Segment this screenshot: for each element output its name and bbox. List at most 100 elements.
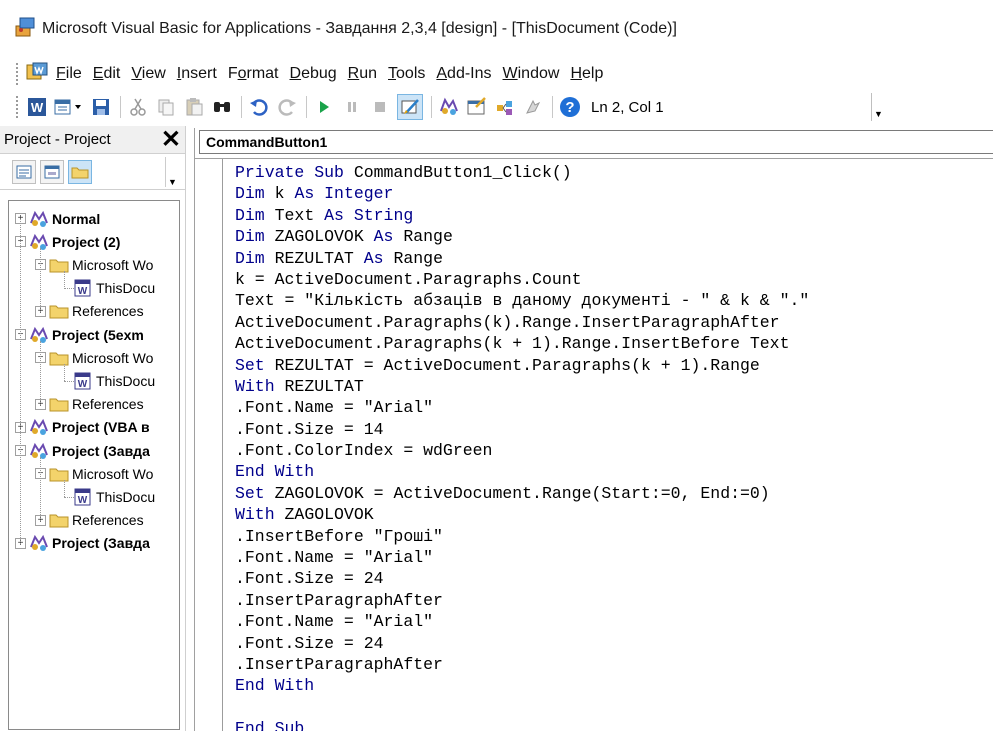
tree-node[interactable]: − Microsoft Wo [35, 346, 153, 369]
code-line[interactable]: k = ActiveDocument.Paragraphs.Count [235, 269, 809, 290]
code-line[interactable]: End With [235, 461, 809, 482]
object-browser-icon[interactable] [494, 96, 516, 118]
menu-view[interactable]: View [131, 65, 165, 83]
code-line[interactable]: Text = "Кількість абзаців в даному докум… [235, 290, 809, 311]
code-keyword: As [363, 248, 384, 268]
code-line[interactable] [235, 697, 809, 718]
save-icon[interactable] [90, 96, 112, 118]
word-doc-icon[interactable] [26, 62, 48, 86]
code-text: ActiveDocument.Paragraphs(k).Range.Inser… [235, 312, 780, 332]
menu-bar: File Edit View Insert Format Debug Run Tools Add… [0, 58, 993, 90]
menu-window[interactable]: Window [503, 65, 560, 83]
menubar-grip[interactable] [16, 63, 20, 85]
tree-node[interactable]: − Project (5exm [15, 323, 144, 346]
code-keyword: As Integer [294, 184, 394, 204]
code-text: REZULTAT [274, 376, 364, 396]
code-line[interactable]: With REZULTAT [235, 376, 809, 397]
pane-overflow-chevron[interactable]: ▼ [165, 156, 179, 187]
insert-module-icon[interactable] [54, 96, 84, 118]
close-icon[interactable]: ✕ [161, 127, 181, 152]
toolbar-grip[interactable] [16, 96, 20, 118]
toolbar-overflow-chevron[interactable]: ▼ [871, 93, 885, 121]
design-mode-icon[interactable] [397, 94, 423, 120]
code-text: .Font.Name = "Arial" [235, 548, 434, 568]
code-line[interactable]: Dim REZULTAT As Range [235, 248, 809, 269]
code-keyword: As String [324, 205, 414, 225]
view-object-button[interactable] [40, 159, 64, 184]
project-explorer-toolbar: ▼ [0, 154, 185, 190]
code-line[interactable]: Dim ZAGOLOVOK As Range [235, 226, 809, 247]
project-explorer-icon[interactable] [438, 96, 460, 118]
code-line[interactable]: ActiveDocument.Paragraphs(k + 1).Range.I… [235, 333, 809, 354]
tree-node-label: References [72, 303, 144, 320]
code-line[interactable]: .Font.Name = "Arial" [235, 397, 809, 418]
toolbar-separator [431, 96, 432, 118]
code-line[interactable]: .InsertBefore "Гроші" [235, 526, 809, 547]
window-title: Microsoft Visual Basic for Applications … [42, 20, 677, 37]
copy-icon[interactable] [155, 96, 177, 118]
tree-node[interactable]: + Normal [15, 207, 100, 230]
code-editor[interactable]: Private Sub CommandButton1_Click() Dim k … [195, 158, 993, 731]
properties-icon[interactable] [466, 96, 488, 118]
tree-node[interactable]: − Microsoft Wo [35, 462, 153, 485]
code-line[interactable]: .Font.Name = "Arial" [235, 611, 809, 632]
word-icon[interactable]: W [26, 96, 48, 118]
code-line[interactable]: Dim Text As String [235, 205, 809, 226]
vba-project-icon [29, 534, 49, 552]
menu-debug[interactable]: Debug [290, 65, 337, 83]
margin-indicator-bar[interactable] [195, 159, 223, 731]
code-line[interactable]: Dim k As Integer [235, 183, 809, 204]
code-keyword: With [235, 376, 275, 396]
code-line[interactable]: .InsertParagraphAfter [235, 590, 809, 611]
tree-node[interactable]: − Microsoft Wo [35, 253, 153, 276]
menu-tools[interactable]: Tools [388, 65, 425, 83]
tree-node[interactable]: + References [35, 393, 144, 416]
code-line[interactable]: End Sub [235, 718, 809, 731]
menu-insert[interactable]: Insert [177, 65, 217, 83]
code-line[interactable]: .Font.Size = 24 [235, 633, 809, 654]
code-line[interactable]: .Font.Size = 14 [235, 419, 809, 440]
menu-format[interactable]: Format [228, 65, 279, 83]
paste-icon[interactable] [183, 96, 205, 118]
code-line[interactable]: .InsertParagraphAfter [235, 654, 809, 675]
reset-icon[interactable] [369, 96, 391, 118]
code-line[interactable]: End With [235, 675, 809, 696]
project-explorer-header: Project - Project ✕ [0, 126, 185, 154]
tree-node[interactable]: + References [35, 300, 144, 323]
toolbox-icon[interactable] [522, 96, 544, 118]
code-text: .Font.Size = 14 [235, 419, 384, 439]
redo-icon[interactable] [276, 96, 298, 118]
tree-node[interactable]: + Project (VBA в [15, 416, 150, 439]
code-keyword: Set [235, 355, 265, 375]
run-icon[interactable] [313, 96, 335, 118]
code-line[interactable]: ActiveDocument.Paragraphs(k).Range.Inser… [235, 312, 809, 333]
tree-node[interactable]: + Project (Завда [15, 532, 150, 555]
code-line[interactable]: .Font.ColorIndex = wdGreen [235, 440, 809, 461]
code-line[interactable]: Private Sub CommandButton1_Click() [235, 162, 809, 183]
code-line[interactable]: .Font.Name = "Arial" [235, 547, 809, 568]
tree-node-label: Project (Завда [52, 442, 150, 459]
tree-node[interactable]: − Project (Завда [15, 439, 150, 462]
menu-file[interactable]: File [56, 65, 82, 83]
view-code-button[interactable] [12, 159, 36, 184]
help-icon[interactable]: ? [559, 96, 581, 118]
find-icon[interactable] [211, 96, 233, 118]
break-icon[interactable] [341, 96, 363, 118]
menu-items: File Edit View Insert Format Debug Run Tools Add… [56, 65, 614, 83]
code-line[interactable]: Set ZAGOLOVOK = ActiveDocument.Range(Sta… [235, 483, 809, 504]
menu-edit[interactable]: Edit [93, 65, 121, 83]
undo-icon[interactable] [248, 96, 270, 118]
menu-help[interactable]: Help [570, 65, 603, 83]
code-line[interactable]: .Font.Size = 24 [235, 568, 809, 589]
tree-node[interactable]: + References [35, 509, 144, 532]
menu-run[interactable]: Run [348, 65, 377, 83]
code-line[interactable]: With ZAGOLOVOK [235, 504, 809, 525]
toggle-folders-button[interactable] [68, 159, 92, 184]
menu-addins[interactable]: Add-Ins [436, 65, 491, 83]
object-dropdown[interactable]: CommandButton1 [199, 130, 993, 154]
vba-app-icon [14, 16, 36, 42]
cut-icon[interactable] [127, 96, 149, 118]
tree-node[interactable]: − Project (2) [15, 230, 120, 253]
code-line[interactable]: Set REZULTAT = ActiveDocument.Paragraphs… [235, 355, 809, 376]
code-lines: Private Sub CommandButton1_Click() Dim k … [235, 162, 809, 731]
